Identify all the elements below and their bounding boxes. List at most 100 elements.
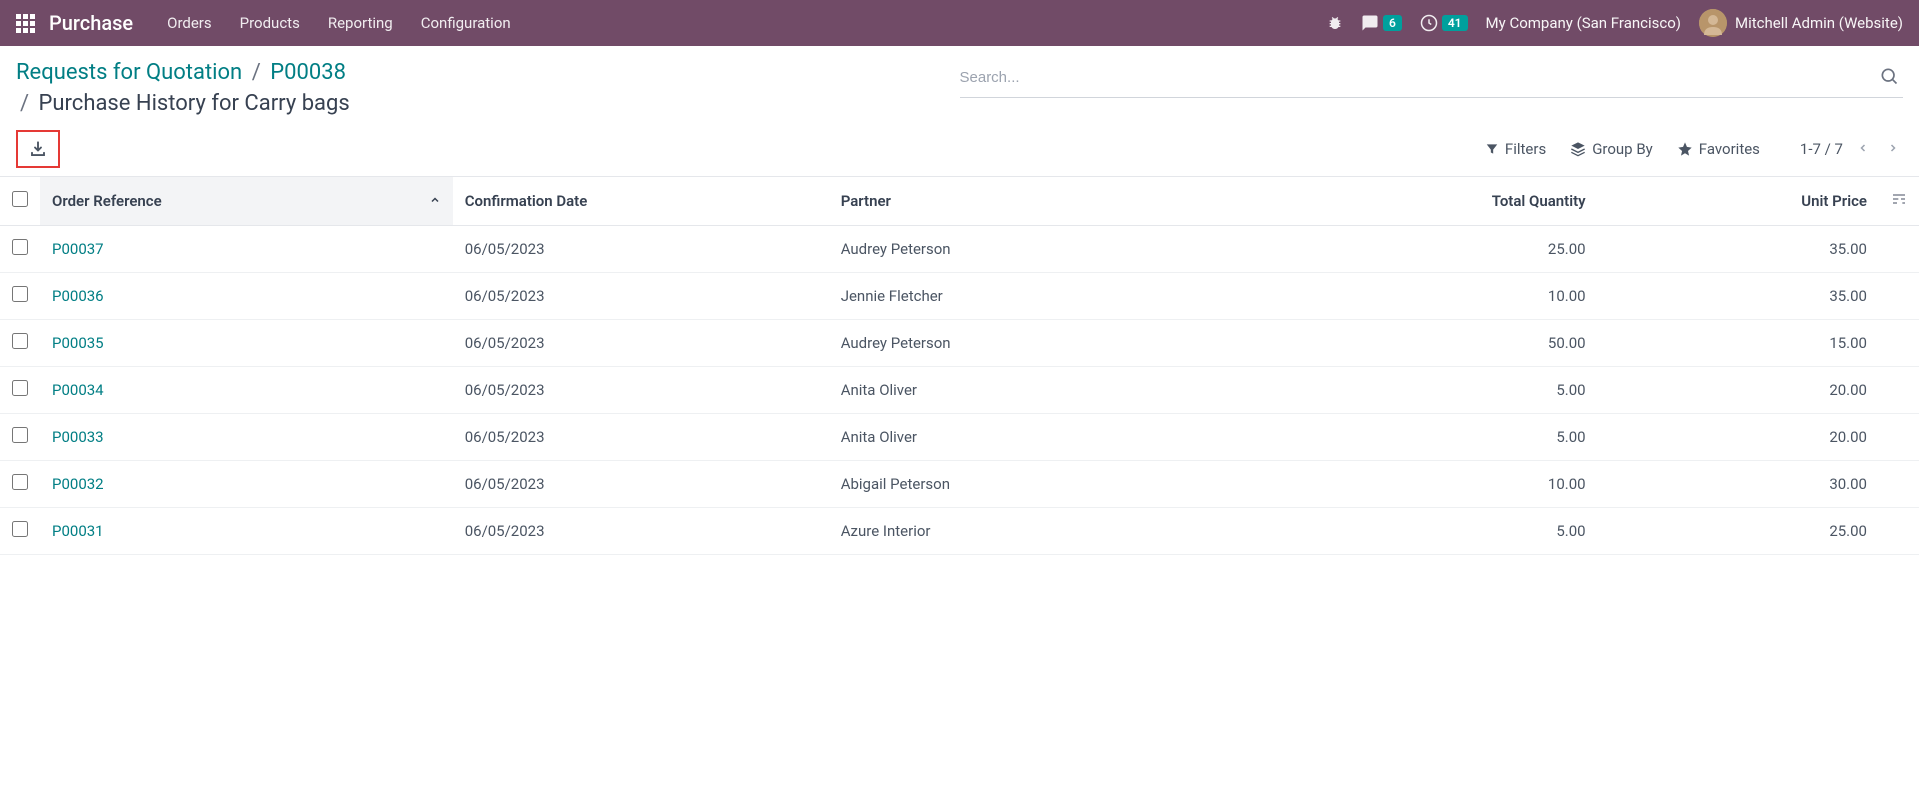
breadcrumb-root[interactable]: Requests for Quotation xyxy=(16,60,242,85)
row-checkbox[interactable] xyxy=(12,286,28,302)
cell-confirm-date: 06/05/2023 xyxy=(453,366,829,413)
breadcrumb-separator: / xyxy=(20,91,29,116)
search-area xyxy=(960,58,1904,98)
row-checkbox[interactable] xyxy=(12,521,28,537)
cell-total-qty: 10.00 xyxy=(1316,272,1598,319)
order-ref-link[interactable]: P00031 xyxy=(52,522,104,540)
search-input[interactable] xyxy=(960,69,1876,86)
star-icon xyxy=(1677,141,1693,157)
data-table: Order Reference Confirmation Date Partne… xyxy=(0,177,1919,555)
table-header-row: Order Reference Confirmation Date Partne… xyxy=(0,177,1919,226)
row-checkbox[interactable] xyxy=(12,333,28,349)
cell-total-qty: 25.00 xyxy=(1316,225,1598,272)
nav-item-orders[interactable]: Orders xyxy=(167,14,212,32)
breadcrumb-mid[interactable]: P00038 xyxy=(270,60,346,85)
cell-settings xyxy=(1879,507,1919,554)
cell-settings xyxy=(1879,225,1919,272)
cell-settings xyxy=(1879,460,1919,507)
order-ref-link[interactable]: P00032 xyxy=(52,475,104,493)
select-all-checkbox[interactable] xyxy=(12,191,28,207)
cell-order-ref: P00036 xyxy=(40,272,453,319)
search-button[interactable] xyxy=(1875,62,1903,93)
cell-settings xyxy=(1879,272,1919,319)
layers-icon xyxy=(1570,141,1586,157)
table-row[interactable]: P00034 06/05/2023 Anita Oliver 5.00 20.0… xyxy=(0,366,1919,413)
export-button[interactable] xyxy=(16,130,60,168)
activities-icon[interactable]: 41 xyxy=(1420,14,1468,32)
cell-confirm-date: 06/05/2023 xyxy=(453,460,829,507)
col-unit-price[interactable]: Unit Price xyxy=(1598,177,1879,226)
table-row[interactable]: P00035 06/05/2023 Audrey Peterson 50.00 … xyxy=(0,319,1919,366)
cell-order-ref: P00034 xyxy=(40,366,453,413)
col-settings[interactable] xyxy=(1879,177,1919,226)
cell-confirm-date: 06/05/2023 xyxy=(453,272,829,319)
order-ref-link[interactable]: P00035 xyxy=(52,334,104,352)
row-checkbox[interactable] xyxy=(12,380,28,396)
cell-total-qty: 5.00 xyxy=(1316,507,1598,554)
order-ref-link[interactable]: P00033 xyxy=(52,428,104,446)
favorites-button[interactable]: Favorites xyxy=(1677,140,1760,158)
row-checkbox[interactable] xyxy=(12,474,28,490)
cell-confirm-date: 06/05/2023 xyxy=(453,507,829,554)
row-checkbox-cell xyxy=(0,319,40,366)
cell-settings xyxy=(1879,319,1919,366)
sort-asc-icon xyxy=(429,192,441,210)
cell-total-qty: 5.00 xyxy=(1316,366,1598,413)
navbar-right: 6 41 My Company (San Francisco) Mitchell… xyxy=(1327,9,1903,37)
nav-item-configuration[interactable]: Configuration xyxy=(421,14,511,32)
cell-settings xyxy=(1879,413,1919,460)
cell-unit-price: 15.00 xyxy=(1598,319,1879,366)
col-confirm-date[interactable]: Confirmation Date xyxy=(453,177,829,226)
nav-item-reporting[interactable]: Reporting xyxy=(328,14,393,32)
cell-confirm-date: 06/05/2023 xyxy=(453,413,829,460)
user-menu[interactable]: Mitchell Admin (Website) xyxy=(1699,9,1903,37)
user-name: Mitchell Admin (Website) xyxy=(1735,14,1903,32)
table-row[interactable]: P00031 06/05/2023 Azure Interior 5.00 25… xyxy=(0,507,1919,554)
table-row[interactable]: P00036 06/05/2023 Jennie Fletcher 10.00 … xyxy=(0,272,1919,319)
debug-icon[interactable] xyxy=(1327,15,1343,31)
cell-order-ref: P00033 xyxy=(40,413,453,460)
cell-unit-price: 30.00 xyxy=(1598,460,1879,507)
filters-button[interactable]: Filters xyxy=(1485,140,1546,158)
col-order-ref[interactable]: Order Reference xyxy=(40,177,453,226)
pager: 1-7 / 7 xyxy=(1800,136,1903,162)
cp-bottom: Filters Group By Favorites 1-7 / 7 xyxy=(16,130,1903,176)
app-title[interactable]: Purchase xyxy=(49,11,133,35)
pager-next[interactable] xyxy=(1883,136,1903,162)
pager-prev[interactable] xyxy=(1853,136,1873,162)
order-ref-link[interactable]: P00036 xyxy=(52,287,104,305)
nav-item-products[interactable]: Products xyxy=(240,14,300,32)
filters-label: Filters xyxy=(1505,140,1546,158)
sliders-icon xyxy=(1891,191,1907,207)
row-checkbox-cell xyxy=(0,366,40,413)
breadcrumb: Requests for Quotation / P00038 / Purcha… xyxy=(16,58,960,120)
cell-settings xyxy=(1879,366,1919,413)
cell-partner: Abigail Peterson xyxy=(829,460,1316,507)
table-row[interactable]: P00032 06/05/2023 Abigail Peterson 10.00… xyxy=(0,460,1919,507)
cell-partner: Audrey Peterson xyxy=(829,319,1316,366)
cell-confirm-date: 06/05/2023 xyxy=(453,225,829,272)
filter-icon xyxy=(1485,142,1499,156)
row-checkbox[interactable] xyxy=(12,239,28,255)
groupby-button[interactable]: Group By xyxy=(1570,140,1653,158)
cell-unit-price: 35.00 xyxy=(1598,225,1879,272)
row-checkbox[interactable] xyxy=(12,427,28,443)
col-confirm-date-label: Confirmation Date xyxy=(465,192,588,210)
select-all-header xyxy=(0,177,40,226)
cell-partner: Anita Oliver xyxy=(829,366,1316,413)
cell-partner: Azure Interior xyxy=(829,507,1316,554)
cell-order-ref: P00037 xyxy=(40,225,453,272)
company-switcher[interactable]: My Company (San Francisco) xyxy=(1486,14,1681,32)
cell-confirm-date: 06/05/2023 xyxy=(453,319,829,366)
messages-icon[interactable]: 6 xyxy=(1361,14,1402,32)
col-total-qty[interactable]: Total Quantity xyxy=(1316,177,1598,226)
apps-icon[interactable] xyxy=(16,14,35,33)
table-row[interactable]: P00037 06/05/2023 Audrey Peterson 25.00 … xyxy=(0,225,1919,272)
col-partner[interactable]: Partner xyxy=(829,177,1316,226)
pager-text[interactable]: 1-7 / 7 xyxy=(1800,140,1843,158)
table-row[interactable]: P00033 06/05/2023 Anita Oliver 5.00 20.0… xyxy=(0,413,1919,460)
cell-order-ref: P00035 xyxy=(40,319,453,366)
order-ref-link[interactable]: P00034 xyxy=(52,381,104,399)
order-ref-link[interactable]: P00037 xyxy=(52,240,104,258)
cell-unit-price: 35.00 xyxy=(1598,272,1879,319)
